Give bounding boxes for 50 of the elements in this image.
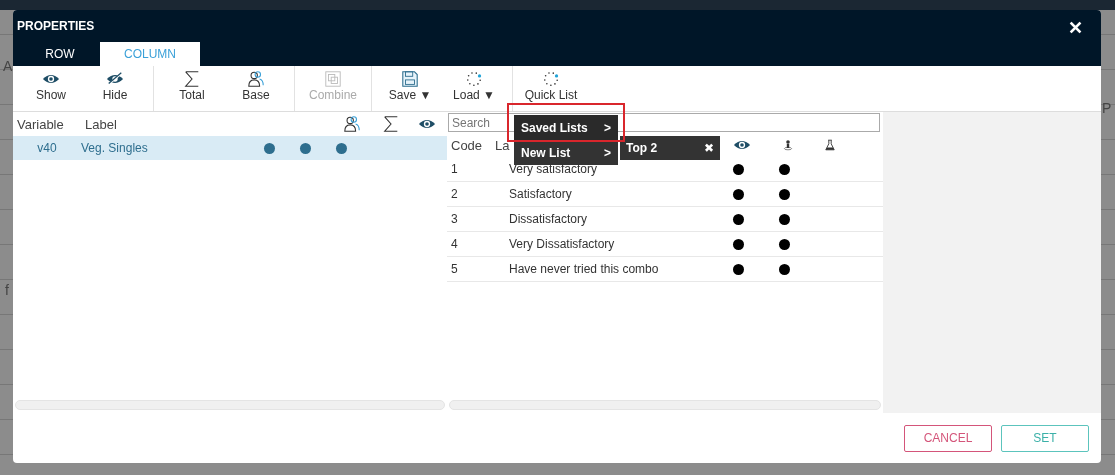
people-icon [247,70,265,88]
dialog-title: PROPERTIES [16,18,96,33]
toolbar-button[interactable]: Hide [83,66,147,111]
table-cell: 4 [451,237,458,251]
column-header: Variable [17,116,64,132]
table-cell: Veg. Singles [81,141,148,155]
toolbar-button[interactable]: Quick List [519,66,583,111]
toolbar-button[interactable]: Show [19,66,83,111]
table-cell: Dissatisfactory [509,212,588,226]
background-text: P [1102,100,1112,116]
flask-icon [824,139,836,151]
table-row[interactable]: 2 Satisfactory [447,182,883,207]
person-icon [782,139,794,151]
table-cell: 2 [451,187,458,201]
toolbar-button[interactable]: Total [160,66,224,111]
submenu-item[interactable]: Top 2 ✖ [620,136,720,160]
table-cell: Very satisfactory [509,162,598,176]
table-row[interactable]: 3 Dissatisfactory [447,207,883,232]
cancel-button[interactable]: CANCEL [904,424,992,452]
table-cell: Have never tried this combo [509,262,659,276]
column-header: La [495,137,510,153]
sigma-icon [183,70,201,88]
background-text: A [3,58,13,74]
toolbar-button[interactable]: Load ▼ [442,66,506,111]
background-text: f [5,282,9,298]
table-cell: Very Dissatisfactory [509,237,615,251]
people-icon [343,115,361,133]
combine-icon [324,70,342,88]
table-row[interactable]: 4 Very Dissatisfactory [447,232,883,257]
variable-row[interactable]: v40 Veg. Singles [13,136,447,160]
dotted-circle-icon [542,70,560,88]
scrollbar[interactable] [449,400,881,410]
close-button[interactable]: ✕ [1062,16,1089,40]
remove-button[interactable]: ✖ [704,141,714,155]
table-cell: 3 [451,212,458,226]
table-row[interactable]: 5 Have never tried this combo [447,257,883,282]
tab[interactable]: ROW [20,42,100,66]
table-cell: Satisfactory [509,187,572,201]
sigma-icon [382,115,400,133]
menu-item[interactable]: Saved Lists > [514,115,618,140]
toolbar-button[interactable]: Base [224,66,288,111]
floppy-icon [401,70,419,88]
table-cell: 5 [451,262,458,276]
column-header: Code [451,137,483,153]
scrollbar[interactable] [15,400,445,410]
toolbar-button[interactable]: Save ▼ [378,66,442,111]
table-cell: v40 [37,141,57,155]
column-header: Label [85,116,117,132]
dotted-circle-icon [465,70,483,88]
table-cell: 1 [451,162,458,176]
